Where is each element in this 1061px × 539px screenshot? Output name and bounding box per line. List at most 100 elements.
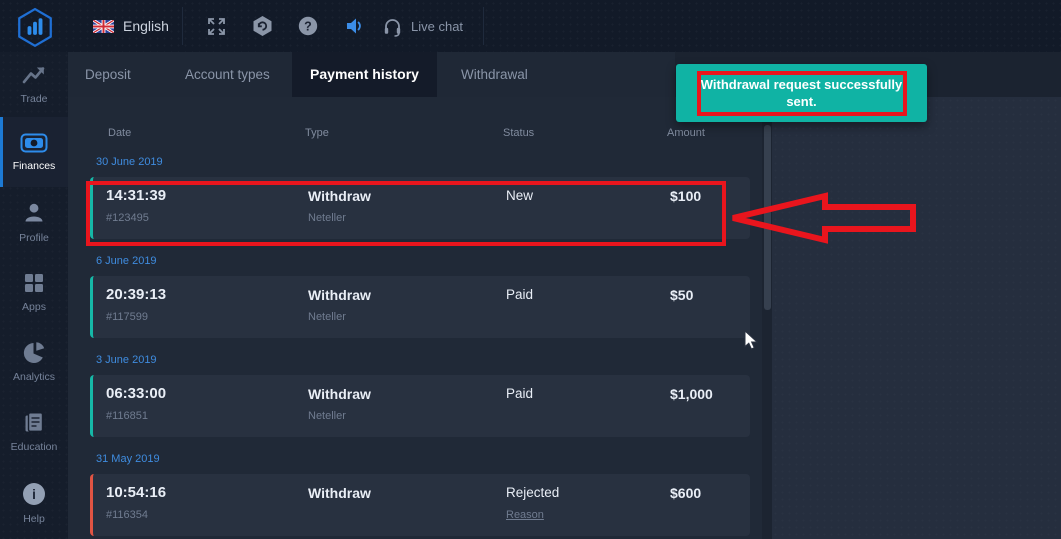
- apps-grid-icon: [23, 272, 45, 294]
- column-header-date: Date: [108, 127, 305, 139]
- row-type: Withdraw: [308, 484, 506, 502]
- date-group-label[interactable]: 3 June 2019: [96, 354, 750, 366]
- status-badge: Rejected: [506, 484, 670, 502]
- reason-link[interactable]: Reason: [506, 509, 670, 521]
- payment-history-panel: Date Type Status Amount 30 June 2019 14:…: [68, 97, 772, 539]
- sound-icon[interactable]: [342, 0, 368, 52]
- row-amount: $600: [670, 484, 750, 502]
- pie-chart-icon: [23, 341, 46, 364]
- cell-date: 06:33:00 #116851: [106, 385, 308, 437]
- tab-account-types[interactable]: Account types: [185, 52, 270, 97]
- table-row[interactable]: 10:54:16 #116354 Withdraw Rejected Reaso…: [90, 474, 750, 536]
- trading-platform-app: English ?: [0, 0, 1061, 539]
- brand-logo-icon[interactable]: [14, 6, 56, 48]
- date-group-label[interactable]: 31 May 2019: [96, 453, 750, 465]
- scrollbar-thumb[interactable]: [764, 125, 771, 310]
- row-time: 14:31:39: [106, 187, 308, 205]
- uk-flag-icon: [93, 20, 114, 33]
- cell-type: Withdraw: [308, 484, 506, 536]
- sidebar-item-label: Finances: [13, 160, 56, 172]
- language-selector[interactable]: English: [93, 0, 169, 52]
- row-type: Withdraw: [308, 187, 506, 205]
- refresh-hex-icon[interactable]: [249, 0, 275, 52]
- sidebar-item-apps[interactable]: Apps: [0, 257, 68, 327]
- cell-status: New: [506, 187, 670, 239]
- row-id: #117599: [106, 311, 308, 323]
- sidebar-nav: Trade Finances Profile App: [0, 52, 68, 539]
- payment-history-table: Date Type Status Amount 30 June 2019 14:…: [90, 97, 750, 536]
- sidebar-item-finances[interactable]: Finances: [0, 117, 68, 187]
- column-header-status: Status: [503, 127, 667, 139]
- cell-date: 14:31:39 #123495: [106, 187, 308, 239]
- toast-message: Withdrawal request successfully sent.: [694, 76, 909, 110]
- fullscreen-icon[interactable]: [203, 0, 229, 52]
- cell-amount: $600: [670, 484, 750, 536]
- status-badge: Paid: [506, 286, 670, 304]
- row-type: Withdraw: [308, 385, 506, 403]
- row-time: 06:33:00: [106, 385, 308, 403]
- sidebar-item-education[interactable]: Education: [0, 397, 68, 467]
- row-method: Neteller: [308, 311, 506, 323]
- sidebar-item-help[interactable]: i Help: [0, 467, 68, 539]
- sidebar-item-trade[interactable]: Trade: [0, 52, 68, 117]
- finances-tab-bar: Deposit Account types Payment history Wi…: [68, 52, 675, 97]
- table-row[interactable]: 14:31:39 #123495 Withdraw Neteller New $…: [90, 177, 750, 239]
- help-circle-icon[interactable]: ?: [295, 0, 321, 52]
- top-bar: English ?: [0, 0, 1061, 52]
- toast-notification[interactable]: Withdrawal request successfully sent.: [676, 64, 927, 122]
- tab-withdrawal[interactable]: Withdrawal: [461, 52, 528, 97]
- table-row[interactable]: 20:39:13 #117599 Withdraw Neteller Paid …: [90, 276, 750, 338]
- live-chat-label: Live chat: [411, 19, 463, 34]
- cell-amount: $50: [670, 286, 750, 338]
- row-amount: $1,000: [670, 385, 750, 403]
- sidebar-item-label: Education: [11, 441, 58, 453]
- cell-amount: $1,000: [670, 385, 750, 437]
- cell-status: Paid: [506, 385, 670, 437]
- book-icon: [23, 411, 45, 434]
- user-icon: [22, 201, 46, 225]
- banknote-icon: [20, 133, 48, 153]
- row-time: 20:39:13: [106, 286, 308, 304]
- info-icon: i: [22, 482, 46, 506]
- question-glyph: ?: [304, 19, 312, 33]
- cell-date: 20:39:13 #117599: [106, 286, 308, 338]
- row-method: Neteller: [308, 212, 506, 224]
- column-header-type: Type: [305, 127, 503, 139]
- status-badge: Paid: [506, 385, 670, 403]
- row-amount: $50: [670, 286, 750, 304]
- date-group-label[interactable]: 30 June 2019: [96, 156, 750, 168]
- status-badge: New: [506, 187, 670, 205]
- row-method: Neteller: [308, 410, 506, 422]
- cell-status: Rejected Reason: [506, 484, 670, 536]
- row-amount: $100: [670, 187, 750, 205]
- cell-type: Withdraw Neteller: [308, 385, 506, 437]
- trend-up-icon: [22, 64, 46, 86]
- table-row[interactable]: 06:33:00 #116851 Withdraw Neteller Paid …: [90, 375, 750, 437]
- sidebar-item-label: Trade: [20, 93, 47, 105]
- language-label: English: [123, 18, 169, 34]
- sidebar-item-label: Profile: [19, 232, 49, 244]
- live-chat-button[interactable]: Live chat: [382, 0, 463, 52]
- sidebar-item-label: Analytics: [13, 371, 55, 383]
- right-background-panel: [772, 97, 1061, 539]
- topbar-divider: [182, 7, 183, 45]
- row-id: #123495: [106, 212, 308, 224]
- row-id: #116851: [106, 410, 308, 422]
- row-type: Withdraw: [308, 286, 506, 304]
- row-id: #116354: [106, 509, 308, 521]
- tab-payment-history[interactable]: Payment history: [292, 52, 437, 97]
- date-group-label[interactable]: 6 June 2019: [96, 255, 750, 267]
- column-header-amount: Amount: [667, 127, 750, 139]
- info-glyph: i: [32, 487, 36, 502]
- cell-date: 10:54:16 #116354: [106, 484, 308, 536]
- sidebar-item-label: Apps: [22, 301, 46, 313]
- sidebar-item-analytics[interactable]: Analytics: [0, 327, 68, 397]
- cell-type: Withdraw Neteller: [308, 286, 506, 338]
- cell-status: Paid: [506, 286, 670, 338]
- cell-amount: $100: [670, 187, 750, 239]
- table-header-row: Date Type Status Amount: [90, 97, 750, 139]
- headset-icon: [382, 16, 403, 37]
- tab-deposit[interactable]: Deposit: [85, 52, 131, 97]
- sidebar-item-profile[interactable]: Profile: [0, 187, 68, 257]
- sidebar-item-label: Help: [23, 513, 45, 525]
